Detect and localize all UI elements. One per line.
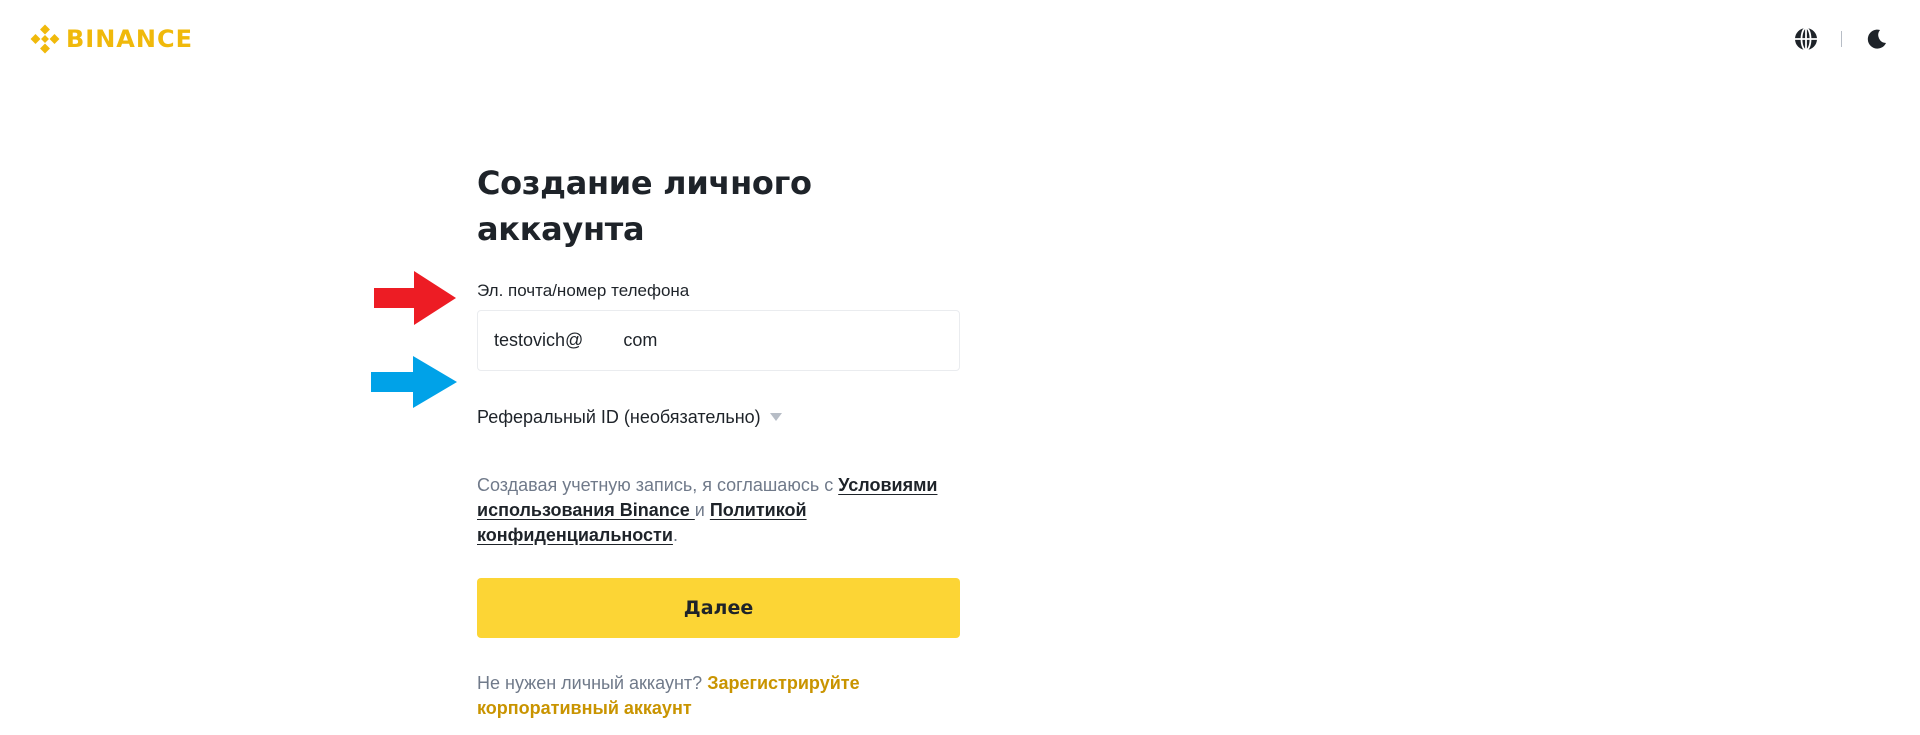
header-divider: [1841, 31, 1842, 47]
next-button[interactable]: Далее: [477, 578, 960, 638]
referral-label: Реферальный ID (необязательно): [477, 407, 761, 427]
email-label: Эл. почта/номер телефона: [477, 281, 690, 300]
signup-page: BINANCE Создание личного аккаунта Эл. по…: [0, 0, 1920, 735]
terms-middle: и: [694, 500, 710, 520]
signup-form: Создание личного аккаунта Эл. почта/номе…: [477, 160, 960, 721]
terms-suffix: .: [672, 525, 678, 545]
binance-logo[interactable]: BINANCE: [30, 24, 193, 54]
business-account-text: Не нужен личный аккаунт? Зарегистрируйте…: [477, 671, 960, 721]
binance-logo-icon: [30, 24, 60, 54]
email-input[interactable]: [477, 310, 960, 371]
brand-name: BINANCE: [66, 25, 193, 53]
blue-arrow-icon: [371, 356, 457, 408]
business-prefix: Не нужен личный аккаунт?: [477, 673, 708, 693]
header-actions: [1793, 26, 1890, 52]
globe-icon[interactable]: [1793, 26, 1819, 52]
terms-text: Создавая учетную запись, я соглашаюсь с …: [477, 473, 960, 548]
terms-prefix: Создавая учетную запись, я соглашаюсь с: [477, 475, 839, 495]
moon-icon[interactable]: [1864, 26, 1890, 52]
page-title: Создание личного аккаунта: [477, 164, 812, 248]
red-arrow-icon: [374, 271, 456, 325]
caret-down-icon: [769, 413, 782, 421]
referral-toggle[interactable]: Реферальный ID (необязательно): [477, 405, 960, 429]
